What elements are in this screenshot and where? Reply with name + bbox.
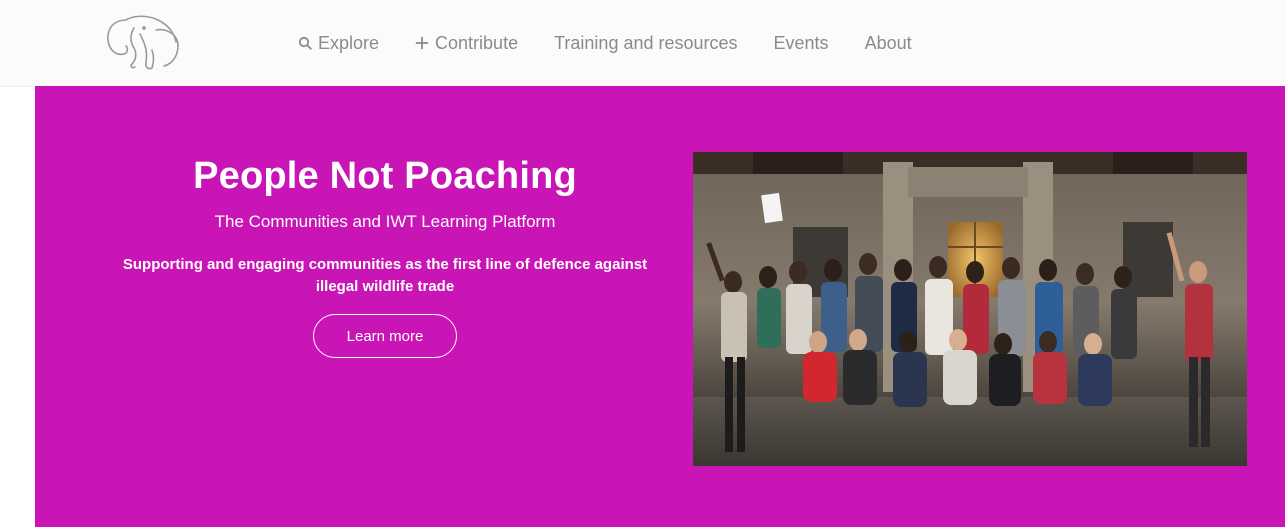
search-icon <box>298 36 312 50</box>
hero-description: Supporting and engaging communities as t… <box>122 256 648 295</box>
nav-training-and-resources[interactable]: Training and resources <box>554 33 737 54</box>
nav-about-label: About <box>864 32 912 53</box>
learn-more-button[interactable]: Learn more <box>313 314 457 358</box>
site-header: Explore Contribute Training and resource… <box>0 0 1285 87</box>
elephant-icon <box>107 15 179 70</box>
page: Explore Contribute Training and resource… <box>0 0 1285 527</box>
nav-contribute-label: Contribute <box>435 32 519 53</box>
nav-explore-label: Explore <box>318 32 380 53</box>
nav-events-label: Events <box>773 32 829 53</box>
nav-training-label: Training and resources <box>554 32 738 53</box>
group-photo <box>693 152 1247 466</box>
plus-icon <box>415 36 429 50</box>
main-nav: Explore Contribute Training and resource… <box>298 29 912 57</box>
hero-text-block: People Not Poaching The Communities and … <box>115 152 655 358</box>
hero-subtitle: The Communities and IWT Learning Platfor… <box>214 212 556 231</box>
nav-explore[interactable]: Explore <box>298 33 379 54</box>
nav-contribute[interactable]: Contribute <box>415 33 518 54</box>
hero-title: People Not Poaching <box>193 155 577 197</box>
site-logo[interactable] <box>104 12 186 74</box>
hero-banner: People Not Poaching The Communities and … <box>35 86 1285 527</box>
nav-about[interactable]: About <box>865 33 912 54</box>
nav-events[interactable]: Events <box>774 33 829 54</box>
